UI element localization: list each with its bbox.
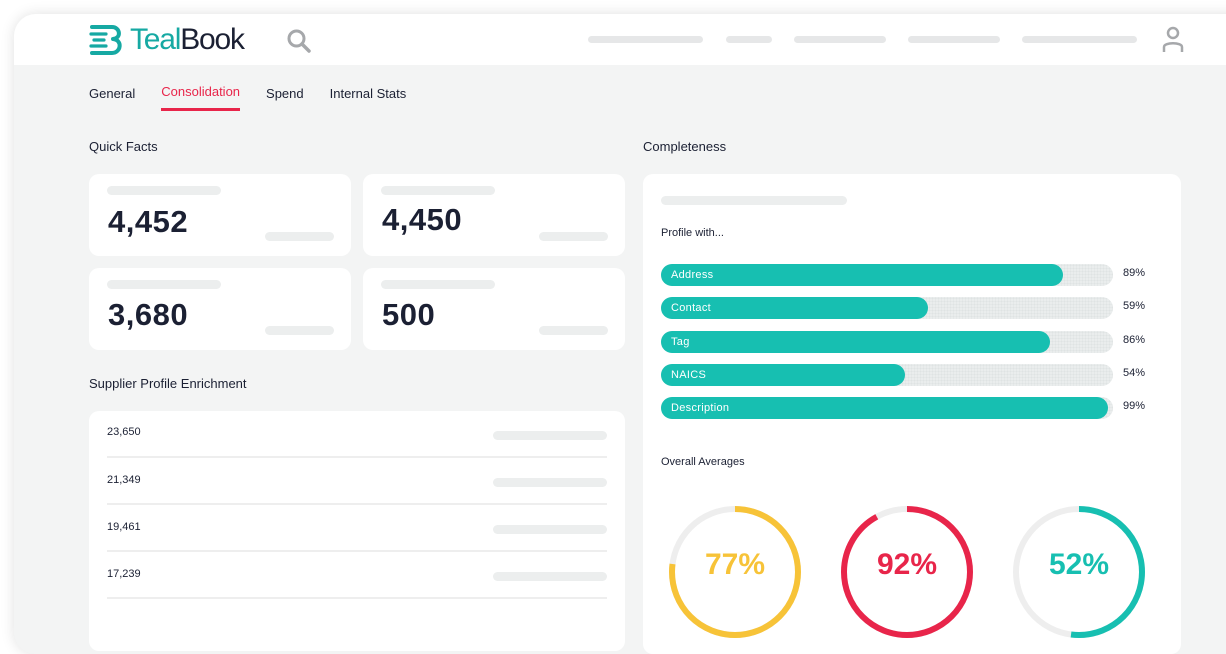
nav-link-placeholder[interactable] — [794, 36, 886, 43]
ring-percentage: 77% — [704, 548, 766, 581]
bar-label: Description — [671, 402, 730, 414]
tab-internal-stats[interactable]: Internal Stats — [330, 86, 407, 111]
nav-link-placeholder[interactable] — [588, 36, 703, 43]
bar-fill: Address — [661, 264, 1063, 286]
average-ring: 52% — [1007, 500, 1151, 644]
profile-with-label: Profile with... — [661, 227, 724, 239]
quick-fact-card: 3,680 — [89, 268, 351, 350]
card-label-placeholder — [381, 186, 495, 195]
list-item: 21,349 — [89, 458, 625, 505]
nav-link-placeholder[interactable] — [1022, 36, 1137, 43]
bar-fill: NAICS — [661, 364, 905, 386]
quick-fact-card: 4,452 — [89, 174, 351, 256]
bar-percentage: 89% — [1123, 267, 1146, 279]
list-item: 17,239 — [89, 552, 625, 599]
enrichment-value: 23,650 — [107, 426, 141, 438]
divider — [107, 597, 607, 599]
card-label-placeholder — [381, 280, 495, 289]
bar-percentage: 86% — [1123, 334, 1146, 346]
nav-link-placeholder[interactable] — [908, 36, 1000, 43]
tab-general[interactable]: General — [89, 86, 135, 111]
user-icon[interactable] — [1162, 26, 1184, 54]
card-meta-placeholder — [539, 232, 608, 241]
search-icon[interactable] — [286, 28, 312, 54]
bar-percentage: 59% — [1123, 300, 1146, 312]
tab-consolidation[interactable]: Consolidation — [161, 84, 241, 111]
tealbook-logo[interactable]: TealBook — [88, 23, 245, 57]
bar-label: Contact — [671, 302, 712, 314]
tab-spend[interactable]: Spend — [266, 86, 304, 111]
bar-fill: Description — [661, 397, 1108, 419]
quick-fact-value: 500 — [382, 297, 436, 332]
bar-label: Address — [671, 269, 714, 281]
completeness-card: Profile with... Overall Averages Address… — [643, 174, 1181, 654]
bar-label: NAICS — [671, 369, 707, 381]
list-item: 23,650 — [89, 411, 625, 458]
list-item: 19,461 — [89, 505, 625, 552]
completeness-bar-tag: Tag — [661, 331, 1113, 353]
bar-fill: Tag — [661, 331, 1050, 353]
row-placeholder — [493, 572, 607, 581]
quick-fact-card: 4,450 — [363, 174, 625, 256]
brand-name: TealBook — [130, 23, 245, 56]
card-meta-placeholder — [539, 326, 608, 335]
bar-percentage: 54% — [1123, 367, 1146, 379]
enrichment-value: 21,349 — [107, 474, 141, 486]
card-label-placeholder — [107, 280, 221, 289]
bar-label: Tag — [671, 336, 690, 348]
completeness-title: Completeness — [643, 139, 727, 154]
ring-percentage: 52% — [1048, 548, 1110, 581]
card-meta-placeholder — [265, 326, 334, 335]
average-ring: 92% — [835, 500, 979, 644]
enrichment-title: Supplier Profile Enrichment — [89, 376, 247, 391]
tealbook-logo-icon — [89, 25, 122, 55]
card-label-placeholder — [107, 186, 221, 195]
card-header-placeholder — [661, 196, 847, 205]
row-placeholder — [493, 525, 607, 534]
completeness-bar-contact: Contact — [661, 297, 1113, 319]
completeness-bar-description: Description — [661, 397, 1113, 419]
tab-bar: General Consolidation Spend Internal Sta… — [89, 84, 432, 111]
average-ring: 77% — [663, 500, 807, 644]
overall-averages-label: Overall Averages — [661, 456, 745, 468]
bar-fill: Contact — [661, 297, 928, 319]
quick-fact-value: 4,452 — [108, 204, 189, 239]
completeness-bar-naics: NAICS — [661, 364, 1113, 386]
row-placeholder — [493, 431, 607, 440]
top-navigation-bar: TealBook — [14, 14, 1226, 65]
nav-link-placeholder[interactable] — [726, 36, 772, 43]
card-meta-placeholder — [265, 232, 334, 241]
quick-fact-card: 500 — [363, 268, 625, 350]
row-placeholder — [493, 478, 607, 487]
quick-fact-value: 4,450 — [382, 202, 463, 237]
enrichment-value: 17,239 — [107, 568, 141, 580]
enrichment-card: 23,650 21,349 19,461 17,239 — [89, 411, 625, 651]
quick-fact-value: 3,680 — [108, 297, 189, 332]
bar-percentage: 99% — [1123, 400, 1146, 412]
quick-facts-title: Quick Facts — [89, 139, 158, 154]
completeness-bar-address: Address — [661, 264, 1113, 286]
app-window: TealBook General Consolidation Spend Int… — [14, 14, 1226, 654]
ring-percentage: 92% — [876, 548, 938, 581]
enrichment-value: 19,461 — [107, 521, 141, 533]
